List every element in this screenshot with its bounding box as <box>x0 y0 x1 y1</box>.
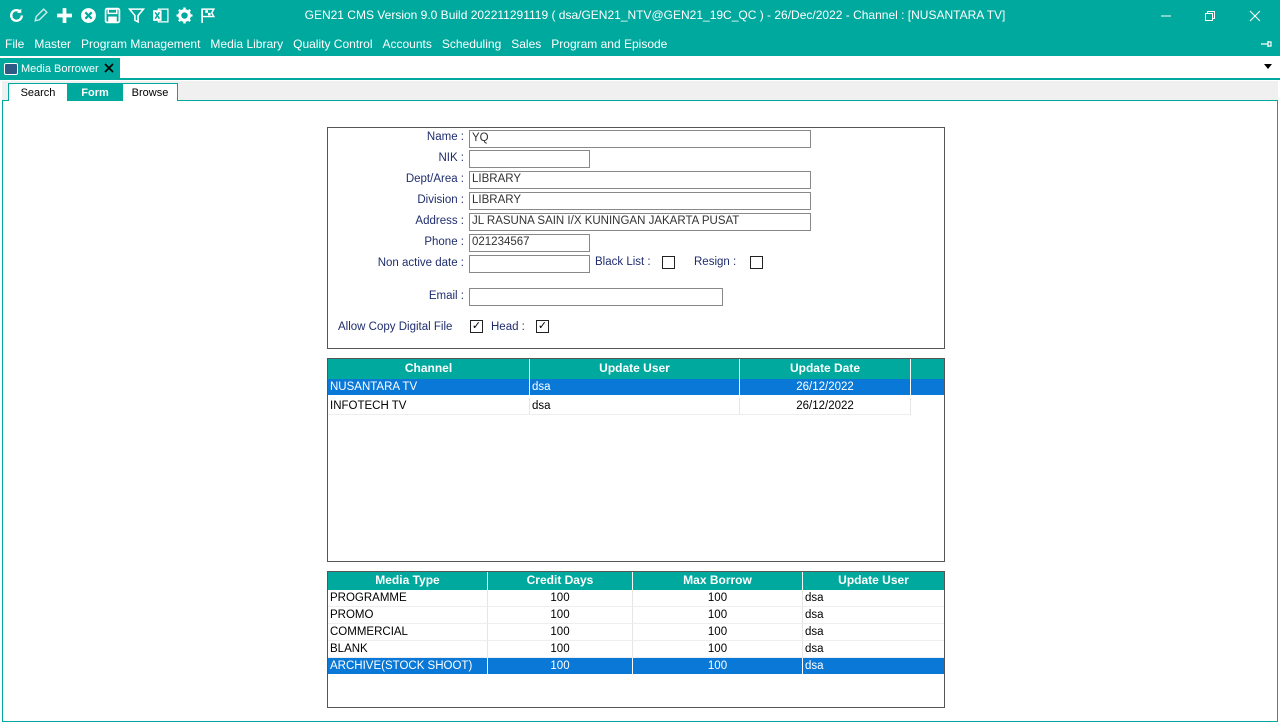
cell-credit-days: 100 <box>488 607 633 624</box>
nonactive-date-label: Non active date : <box>377 257 464 269</box>
address-field[interactable]: JL RASUNA SAIN I/X KUNINGAN JAKARTA PUSA… <box>469 213 811 231</box>
table-row[interactable]: PROGRAMME 100 100 dsa <box>328 590 944 607</box>
cell-max-borrow: 100 <box>633 641 803 658</box>
blacklist-label: Black List : <box>595 256 651 268</box>
cell-update-user: dsa <box>803 590 944 607</box>
table-row[interactable]: INFOTECH TV dsa 26/12/2022 <box>328 398 944 415</box>
cell-credit-days: 100 <box>488 624 633 641</box>
minimize-icon <box>1161 15 1171 17</box>
cell-max-borrow: 100 <box>633 658 803 675</box>
cell-update-user: dsa <box>530 379 740 396</box>
head-label: Head : <box>491 321 525 333</box>
cell-update-user: dsa <box>803 607 944 624</box>
phone-label: Phone : <box>424 236 464 248</box>
cell-media-type: PROGRAMME <box>328 590 488 607</box>
cell-channel: INFOTECH TV <box>328 398 530 415</box>
cell-max-borrow: 100 <box>633 590 803 607</box>
cell-max-borrow: 100 <box>633 607 803 624</box>
tab-search[interactable]: Search <box>8 83 68 101</box>
borrower-form: Name : YQ NIK : Dept/Area : LIBRARY Divi… <box>327 127 945 349</box>
menu-master[interactable]: Master <box>34 37 71 51</box>
table-row[interactable]: BLANK 100 100 dsa <box>328 641 944 658</box>
nik-label: NIK : <box>438 152 464 164</box>
cell-media-type: ARCHIVE(STOCK SHOOT) <box>328 658 488 675</box>
doc-tab-media-borrower[interactable]: Media Borrower <box>0 58 120 80</box>
column-header-update-user[interactable]: Update User <box>530 359 740 379</box>
table-row[interactable]: NUSANTARA TV dsa 26/12/2022 <box>328 379 944 396</box>
minimize-button[interactable] <box>1143 0 1189 32</box>
pin-icon[interactable] <box>1260 38 1272 50</box>
channel-grid: Channel Update User Update Date NUSANTAR… <box>327 358 945 562</box>
cell-max-borrow: 100 <box>633 624 803 641</box>
restore-icon <box>1205 11 1215 21</box>
column-header-update-user[interactable]: Update User <box>803 572 944 590</box>
table-row[interactable]: PROMO 100 100 dsa <box>328 607 944 624</box>
row-selection-fill <box>911 379 944 396</box>
table-row[interactable]: ARCHIVE(STOCK SHOOT) 100 100 dsa <box>328 658 944 675</box>
phone-field[interactable]: 021234567 <box>469 234 590 252</box>
chevron-down-icon[interactable] <box>1264 64 1272 69</box>
menu-sales[interactable]: Sales <box>511 37 541 51</box>
dept-label: Dept/Area : <box>405 173 464 185</box>
cell-media-type: COMMERCIAL <box>328 624 488 641</box>
name-label: Name : <box>426 131 464 143</box>
cell-credit-days: 100 <box>488 641 633 658</box>
doc-tab-label: Media Borrower <box>21 63 99 75</box>
close-window-button[interactable] <box>1232 0 1278 32</box>
head-checkbox[interactable]: ✓ <box>536 320 549 333</box>
email-label: Email : <box>428 290 464 302</box>
nonactive-date-field[interactable] <box>469 255 590 273</box>
name-field[interactable]: YQ <box>469 130 811 148</box>
address-label: Address : <box>415 215 464 227</box>
document-tab-strip: Media Borrower <box>0 56 1280 80</box>
cell-update-date: 26/12/2022 <box>740 379 911 396</box>
column-header-update-date[interactable]: Update Date <box>740 359 911 379</box>
channel-grid-header: Channel Update User Update Date <box>328 359 944 379</box>
cell-update-user: dsa <box>803 658 944 675</box>
email-field[interactable] <box>469 288 723 306</box>
menu-quality-control[interactable]: Quality Control <box>293 37 372 51</box>
column-header-credit-days[interactable]: Credit Days <box>488 572 633 590</box>
table-row[interactable]: COMMERCIAL 100 100 dsa <box>328 624 944 641</box>
tab-form[interactable]: Form <box>68 83 122 101</box>
menu-program-and-episode[interactable]: Program and Episode <box>551 37 667 51</box>
resign-checkbox[interactable] <box>750 256 763 269</box>
sub-tab-bar: Search Form Browse <box>2 81 1278 101</box>
menu-scheduling[interactable]: Scheduling <box>442 37 501 51</box>
media-type-grid: Media Type Credit Days Max Borrow Update… <box>327 571 945 708</box>
resign-label: Resign : <box>694 256 737 268</box>
division-field[interactable]: LIBRARY <box>469 192 811 210</box>
blacklist-checkbox[interactable] <box>662 256 675 269</box>
cell-update-user: dsa <box>803 641 944 658</box>
window-icon <box>4 63 18 75</box>
menu-accounts[interactable]: Accounts <box>383 37 432 51</box>
menu-media-library[interactable]: Media Library <box>210 37 283 51</box>
column-header-max-borrow[interactable]: Max Borrow <box>633 572 803 590</box>
tab-browse[interactable]: Browse <box>122 83 178 101</box>
menu-program-management[interactable]: Program Management <box>81 37 200 51</box>
close-icon <box>1249 10 1261 22</box>
cell-channel: NUSANTARA TV <box>328 379 530 396</box>
dept-field[interactable]: LIBRARY <box>469 171 811 189</box>
nik-field[interactable] <box>469 150 590 168</box>
cell-credit-days: 100 <box>488 658 633 675</box>
allow-copy-checkbox[interactable]: ✓ <box>470 320 483 333</box>
restore-button[interactable] <box>1187 0 1233 32</box>
cell-update-date: 26/12/2022 <box>740 398 911 415</box>
cell-media-type: PROMO <box>328 607 488 624</box>
allow-copy-label: Allow Copy Digital File <box>338 321 453 333</box>
column-header-media-type[interactable]: Media Type <box>328 572 488 590</box>
menu-bar: File Master Program Management Media Lib… <box>0 32 1280 56</box>
menu-file[interactable]: File <box>5 37 24 51</box>
cell-update-user: dsa <box>530 398 740 415</box>
cell-credit-days: 100 <box>488 590 633 607</box>
column-header-channel[interactable]: Channel <box>328 359 530 379</box>
title-bar: GEN21 CMS Version 9.0 Build 202211291119… <box>0 0 1280 32</box>
close-tab-icon[interactable] <box>103 62 115 74</box>
media-grid-header: Media Type Credit Days Max Borrow Update… <box>328 572 944 590</box>
window-title: GEN21 CMS Version 9.0 Build 202211291119… <box>304 8 1006 22</box>
cell-media-type: BLANK <box>328 641 488 658</box>
division-label: Division : <box>417 194 464 206</box>
cell-update-user: dsa <box>803 624 944 641</box>
